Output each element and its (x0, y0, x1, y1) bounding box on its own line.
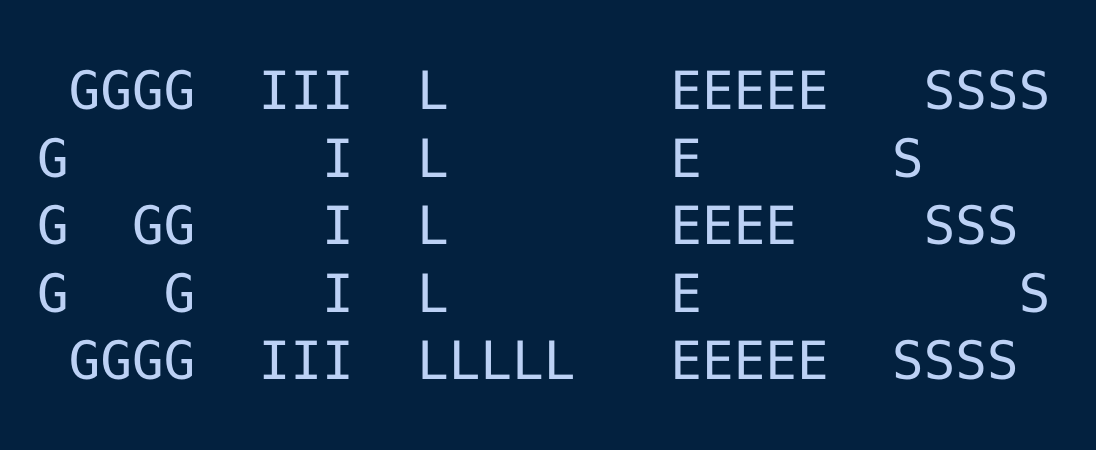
ascii-art-line: GGGG III L EEEEE SSSS (37, 61, 1051, 122)
ascii-art-line: G G I L E S (37, 263, 1051, 325)
terminal-window: GGGG III L EEEEE SSSS G I L E S G GG I L… (0, 0, 1096, 450)
ascii-art-line: G I L E S (37, 128, 924, 190)
ascii-art-line: G GG I L EEEE SSS (37, 196, 1019, 257)
ascii-art-banner: GGGG III L EEEEE SSSS G I L E S G GG I L… (37, 58, 1050, 396)
ascii-art-line: GGGG III LLLLL EEEEE SSSS (37, 331, 1019, 392)
